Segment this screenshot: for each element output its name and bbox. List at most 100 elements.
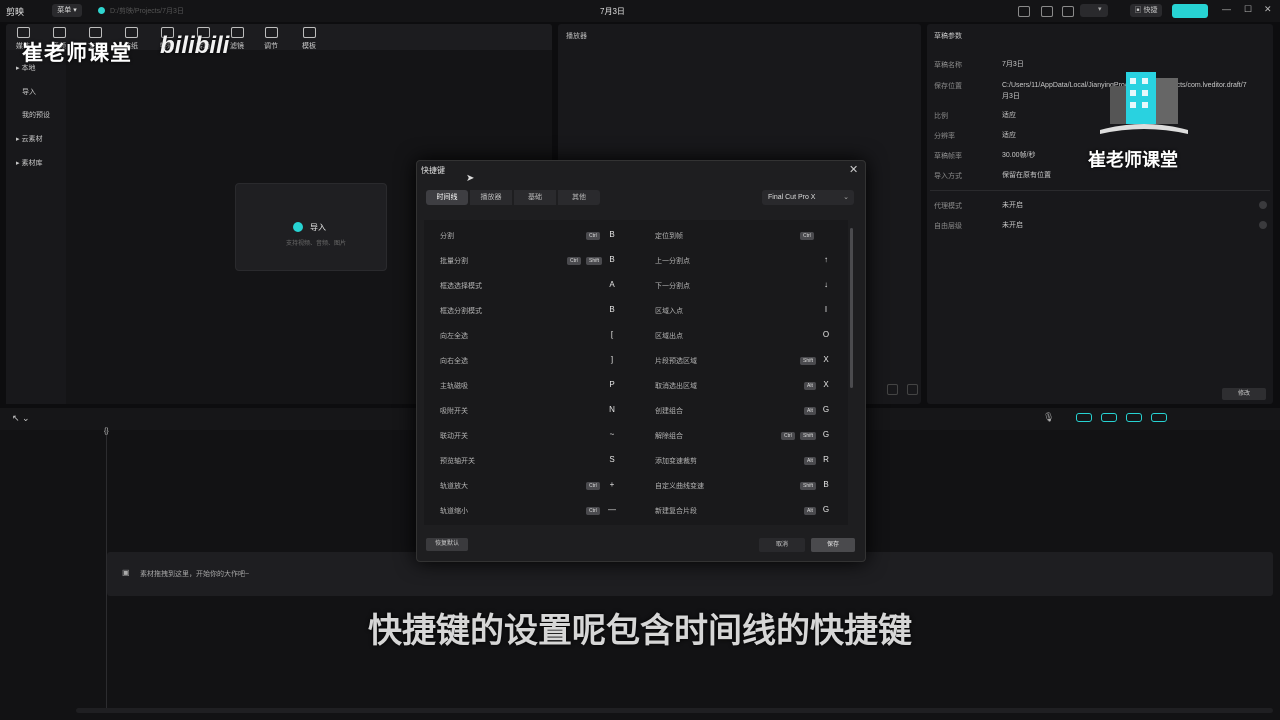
- shortcut-label: 下一分割点: [655, 283, 690, 290]
- modifier-key-badge: Ctrl: [567, 257, 581, 265]
- draft-value: 保留在原有位置: [1002, 172, 1051, 179]
- import-label: 导入: [310, 223, 326, 232]
- close-icon[interactable]: ✕: [1264, 4, 1272, 15]
- minimize-icon[interactable]: —: [1222, 4, 1231, 14]
- shortcut-key: B: [609, 230, 615, 239]
- shortcut-label: 新建复合片段: [655, 508, 697, 515]
- maximize-icon[interactable]: ☐: [1244, 4, 1252, 15]
- player-title: 播放器: [566, 33, 587, 40]
- draft-key: 代理模式: [934, 203, 962, 210]
- shortcut-key: B: [609, 305, 615, 314]
- draft-value: 适应: [1002, 112, 1016, 119]
- shortcut-key: X: [823, 380, 829, 389]
- channel-logo-icon: [1100, 72, 1188, 134]
- shortcut-key: —: [608, 505, 616, 514]
- modifier-key-badge: Alt: [804, 457, 816, 465]
- shortcut-label: 自定义曲线变速: [655, 483, 704, 490]
- dialog-scrollbar[interactable]: [850, 228, 853, 388]
- shortcut-key: B: [609, 255, 615, 264]
- playhead[interactable]: {}: [104, 428, 109, 435]
- shortcut-key: I: [824, 305, 828, 314]
- dialog-title: 快捷键: [421, 166, 445, 175]
- account-button[interactable]: ▾: [1080, 4, 1108, 17]
- modifier-key-badge: Ctrl: [800, 232, 814, 240]
- shortcut-key: S: [609, 455, 615, 464]
- video-subtitle: 快捷键的设置呢包含时间线的快捷键: [368, 612, 912, 650]
- ratio-icon[interactable]: [887, 384, 898, 395]
- draft-key: 分辨率: [934, 133, 955, 140]
- tool-template[interactable]: 模板: [292, 27, 326, 51]
- tool-adjust[interactable]: 调节: [254, 27, 288, 51]
- shortcut-label: 添加变速裁剪: [655, 458, 697, 465]
- fullscreen-player-icon[interactable]: [907, 384, 918, 395]
- draft-key: 草稿名称: [934, 62, 962, 69]
- shortcut-key: B: [823, 480, 829, 489]
- import-plus-icon: [293, 222, 303, 232]
- export-button[interactable]: [1172, 4, 1208, 18]
- draft-value: 未开启: [1002, 202, 1023, 209]
- settings-icon[interactable]: [1041, 6, 1053, 17]
- chevron-down-icon: ▾: [1098, 6, 1102, 13]
- timeline-scrollbar[interactable]: [76, 708, 1273, 713]
- tab-other[interactable]: 其他: [558, 190, 600, 205]
- shortcut-key: P: [609, 380, 615, 389]
- magnet-icon[interactable]: [1151, 413, 1167, 422]
- shortcut-key: X: [823, 355, 829, 364]
- draft-key: 草稿帧率: [934, 153, 962, 160]
- microphone-icon[interactable]: 🎙: [1043, 412, 1054, 423]
- modifier-key-badge: Alt: [804, 407, 816, 415]
- chevron-down-icon: ⌄: [843, 194, 849, 201]
- tab-basic[interactable]: 基础: [514, 190, 556, 205]
- save-button[interactable]: 保存: [811, 538, 855, 552]
- reset-default-button[interactable]: 恢复默认: [426, 538, 468, 551]
- bilibili-logo: bilibili: [160, 32, 230, 59]
- shortcut-label: 分割: [440, 233, 454, 240]
- shortcut-label: 吸附开关: [440, 408, 468, 415]
- shortcut-label: 轨道放大: [440, 483, 468, 490]
- modifier-key-badge: Ctrl: [781, 432, 795, 440]
- layout-icon[interactable]: [1018, 6, 1030, 17]
- draft-key: 保存位置: [934, 83, 962, 90]
- close-icon[interactable]: ✕: [849, 163, 858, 176]
- select-tool-icon[interactable]: ↖ ⌄: [12, 413, 30, 424]
- preset-select[interactable]: Final Cut Pro X ⌄: [762, 190, 854, 205]
- shortcut-label: 批量分割: [440, 258, 468, 265]
- shortcut-label: 轨道缩小: [440, 508, 468, 515]
- link-icon[interactable]: [1076, 413, 1092, 422]
- modify-button[interactable]: 修改: [1222, 388, 1266, 400]
- fullscreen-icon[interactable]: [1062, 6, 1074, 17]
- shortcut-key: ↓: [824, 280, 828, 289]
- modifier-key-badge: Shift: [800, 357, 817, 365]
- tab-player[interactable]: 播放器: [470, 190, 512, 205]
- shortcut-key: R: [823, 455, 829, 464]
- shortcut-key: G: [822, 505, 830, 514]
- watermark-left: 崔老师课堂: [22, 42, 132, 65]
- modifier-key-badge: Ctrl: [586, 507, 600, 515]
- project-status-dot: [98, 7, 105, 14]
- shortcut-label: 定位到帧: [655, 233, 683, 240]
- shortcut-label: 向右全选: [440, 358, 468, 365]
- sidebar-item-presets[interactable]: 我的预设: [22, 110, 50, 120]
- shortcut-key: ~: [609, 430, 615, 439]
- sidebar-item-import[interactable]: 导入: [22, 87, 36, 97]
- shortcut-label: 框选分割模式: [440, 308, 482, 315]
- shortcut-key: G: [822, 405, 830, 414]
- draft-title: 草稿参数: [934, 33, 962, 40]
- cancel-button[interactable]: 取消: [759, 538, 805, 552]
- free-layer-toggle[interactable]: [1259, 221, 1267, 229]
- sidebar-item-cloud[interactable]: ▸ 云素材: [16, 134, 42, 144]
- preview-axis-icon[interactable]: [1126, 413, 1142, 422]
- draft-key: 导入方式: [934, 173, 962, 180]
- tab-timeline[interactable]: 时间线: [426, 190, 468, 205]
- proxy-toggle[interactable]: [1259, 201, 1267, 209]
- shortcut-label: 区域出点: [655, 333, 683, 340]
- sidebar-item-library[interactable]: ▸ 素材库: [16, 158, 42, 168]
- shortcut-label: 向左全选: [440, 333, 468, 340]
- snap-icon[interactable]: [1101, 413, 1117, 422]
- shortcut-key: N: [609, 405, 615, 414]
- shortcut-button[interactable]: ▣ 快捷: [1130, 4, 1162, 17]
- shortcut-key: [: [610, 330, 614, 339]
- shortcut-key: A: [609, 280, 615, 289]
- menu-button[interactable]: 菜单 ▾: [52, 4, 82, 17]
- import-subtext: 支持视频、音频、图片: [286, 241, 347, 247]
